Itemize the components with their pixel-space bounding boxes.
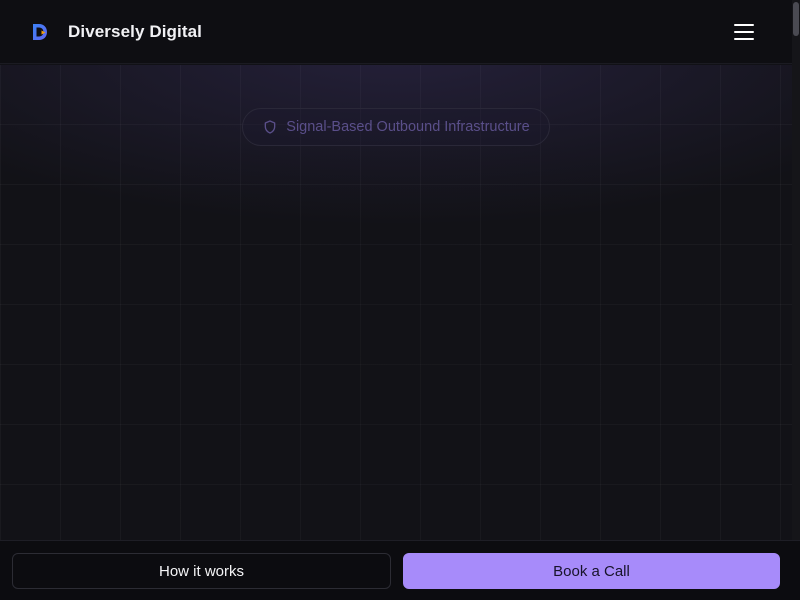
scrollbar-thumb[interactable] bbox=[793, 2, 799, 36]
page: Diversely Digital Signal-Based Outbound … bbox=[0, 0, 800, 600]
hero-badge-text: Signal-Based Outbound Infrastructure bbox=[286, 119, 530, 135]
menu-line bbox=[734, 30, 754, 33]
menu-line bbox=[734, 37, 754, 40]
hero-section: Signal-Based Outbound Infrastructure bbox=[0, 65, 792, 540]
bottom-action-bar: How it works Book a Call bbox=[0, 540, 800, 600]
page-scrollbar[interactable] bbox=[792, 0, 800, 600]
hero-badge: Signal-Based Outbound Infrastructure bbox=[242, 108, 550, 146]
brand-name[interactable]: Diversely Digital bbox=[68, 22, 202, 42]
site-header: Diversely Digital bbox=[0, 0, 792, 64]
how-it-works-button[interactable]: How it works bbox=[12, 553, 391, 589]
hamburger-menu-icon[interactable] bbox=[734, 20, 758, 44]
menu-line bbox=[734, 23, 754, 26]
book-a-call-button[interactable]: Book a Call bbox=[403, 553, 780, 589]
logo-icon[interactable] bbox=[28, 20, 52, 44]
shield-icon bbox=[262, 119, 278, 135]
